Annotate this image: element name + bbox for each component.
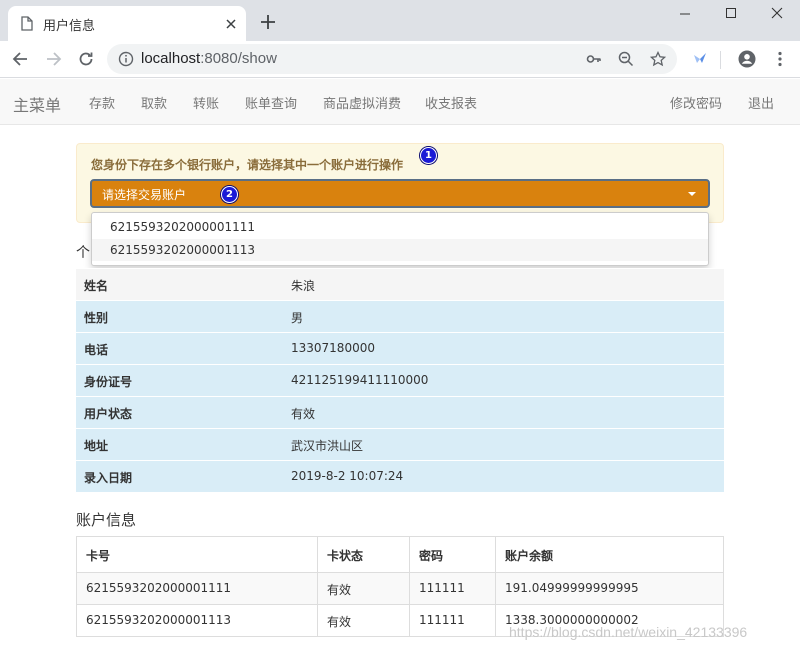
row-label: 姓名 [84,279,109,293]
table-row: 6215593202000001111 有效 111111 191.049999… [77,573,723,605]
brand-main-menu[interactable]: 主菜单 [13,92,61,116]
account-table: 卡号 卡状态 密码 账户余额 6215593202000001111 有效 11… [76,536,724,637]
step-badge-2: 2 [221,186,238,203]
profile-avatar-icon[interactable] [737,49,757,69]
row-value: 421125199411110000 [291,373,429,387]
close-icon [771,7,783,19]
table-cell: 191.04999999999995 [495,573,723,604]
url-text: localhost:8080/show [141,50,277,67]
personal-info-title: 个 [76,245,90,261]
key-icon[interactable] [586,51,602,67]
select-placeholder: 请选择交易账户 [102,188,187,202]
nav-income-report[interactable]: 收支报表 [425,93,477,112]
row-label: 用户状态 [84,407,133,421]
tab-title: 用户信息 [43,18,96,33]
card-no: 6215593202000001113 [86,613,232,627]
dropdown-option[interactable]: 6215593202000001111 [92,216,708,238]
row-label: 录入日期 [84,471,133,485]
table-row: 性别 男 [76,300,724,332]
header-balance: 账户余额 [505,549,554,563]
header-cell: 卡状态 [317,537,409,572]
info-icon[interactable] [118,51,134,67]
extension-icon[interactable] [690,49,710,69]
card-no: 6215593202000001111 [86,581,232,595]
back-arrow-icon[interactable] [11,49,31,69]
browser-toolbar: localhost:8080/show [0,41,800,78]
browser-tabstrip: 用户信息 [0,0,800,41]
header-card-status: 卡状态 [327,549,364,563]
row-value: 13307180000 [291,341,375,355]
page-icon [21,16,33,31]
menu-dots-icon[interactable] [770,49,790,69]
row-value: 朱浪 [291,279,316,293]
minimize-window-button[interactable] [662,0,708,30]
bookmark-star-icon[interactable] [650,51,666,67]
nav-bill-query[interactable]: 账单查询 [245,93,297,112]
account-dropdown: 6215593202000001111 6215593202000001113 [91,212,709,266]
app-navbar: 主菜单 存款 取款 转账 账单查询 商品虚拟消费 收支报表 修改密码 退出 [0,79,800,125]
row-label: 地址 [84,439,109,453]
row-value: 武汉市洪山区 [291,439,364,453]
nav-virtual-consume[interactable]: 商品虚拟消费 [323,93,401,112]
row-label: 身份证号 [84,375,133,389]
header-cell: 卡号 [77,537,317,572]
tab-close-icon[interactable] [224,17,238,31]
alert-message: 您身份下存在多个银行账户，请选择其中一个账户进行操作 [91,158,404,172]
table-cell: 111111 [409,605,495,636]
caret-down-icon [688,192,696,196]
reload-icon[interactable] [76,49,96,69]
nav-withdraw[interactable]: 取款 [141,93,167,112]
table-row: 录入日期 2019-8-2 10:07:24 [76,460,724,492]
row-value: 2019-8-2 10:07:24 [291,469,404,483]
forward-arrow-icon[interactable] [43,49,63,69]
header-cell: 密码 [409,537,495,572]
table-cell: 6215593202000001113 [77,605,317,636]
table-cell: 6215593202000001111 [77,573,317,604]
row-value: 有效 [291,407,316,421]
minimize-icon [680,13,690,15]
csdn-watermark: https://blog.csdn.net/weixin_42133396 [509,624,748,640]
table-cell: 有效 [317,573,409,604]
row-label: 性别 [84,311,109,325]
toolbar-divider [720,51,721,69]
table-row: 身份证号 421125199411110000 [76,364,724,396]
maximize-window-button[interactable] [708,0,754,30]
maximize-icon [726,8,736,18]
table-row: 姓名 朱浪 [76,268,724,300]
card-password: 111111 [419,581,465,595]
table-cell: 有效 [317,605,409,636]
close-window-button[interactable] [754,0,800,30]
header-cell: 账户余额 [495,537,723,572]
header-card-no: 卡号 [86,549,111,563]
url-path: :8080/show [200,50,277,67]
card-balance: 191.04999999999995 [505,581,639,595]
table-cell: 111111 [409,573,495,604]
nav-transfer[interactable]: 转账 [193,93,219,112]
account-select[interactable]: 请选择交易账户 [90,179,710,208]
card-password: 111111 [419,613,465,627]
new-tab-icon[interactable] [260,14,276,30]
zoom-out-icon[interactable] [618,51,634,67]
header-password: 密码 [419,549,444,563]
account-info-title: 账户信息 [76,511,137,529]
dropdown-option[interactable]: 6215593202000001113 [92,239,708,261]
browser-tab[interactable]: 用户信息 [8,6,246,41]
table-header-row: 卡号 卡状态 密码 账户余额 [77,537,723,573]
step-badge-1: 1 [420,147,437,164]
address-bar[interactable]: localhost:8080/show [107,44,677,74]
card-status: 有效 [327,615,352,629]
url-host: localhost [141,50,201,67]
table-row: 电话 13307180000 [76,332,724,364]
nav-deposit[interactable]: 存款 [89,93,115,112]
nav-change-password[interactable]: 修改密码 [670,93,722,112]
table-row: 地址 武汉市洪山区 [76,428,724,460]
row-value: 男 [291,311,304,325]
nav-logout[interactable]: 退出 [748,93,774,112]
card-status: 有效 [327,583,352,597]
row-label: 电话 [84,343,109,357]
table-row: 用户状态 有效 [76,396,724,428]
